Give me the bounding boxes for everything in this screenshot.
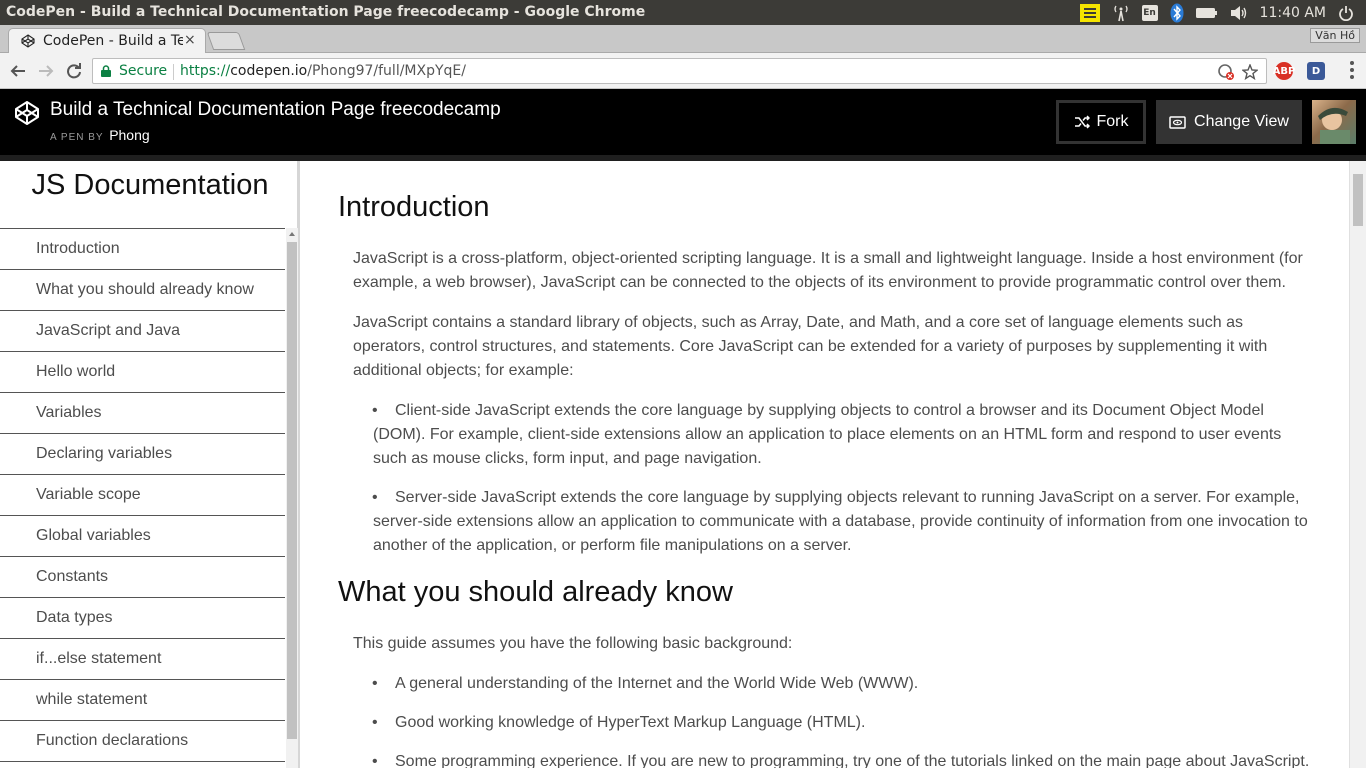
nav-link-javascript-and-java[interactable]: JavaScript and Java: [0, 311, 285, 352]
fork-icon: [1074, 115, 1090, 129]
profile-button[interactable]: Văn Hồ: [1310, 28, 1360, 43]
intro-paragraph-1: JavaScript is a cross-platform, object-o…: [353, 250, 1303, 291]
list-item: Some programming experience. If you are …: [372, 750, 1313, 768]
codepen-logo-icon[interactable]: [14, 100, 40, 126]
bluetooth-icon[interactable]: [1170, 0, 1184, 25]
nav-header: JS Documentation: [31, 169, 269, 201]
url-text[interactable]: https://codepen.io/Phong97/full/MXpYqE/: [180, 63, 466, 79]
network-icon[interactable]: [1112, 0, 1130, 25]
nav-scroll-thumb[interactable]: [287, 242, 297, 739]
new-tab-button[interactable]: [206, 32, 246, 50]
extension-d-icon[interactable]: D: [1307, 62, 1325, 80]
reload-icon[interactable]: [64, 61, 84, 81]
nav-link-introduction[interactable]: Introduction: [0, 229, 285, 270]
bookmark-star-icon[interactable]: [1241, 63, 1259, 81]
os-top-panel: CodePen - Build a Technical Documentatio…: [0, 0, 1366, 25]
blocked-cookies-icon[interactable]: [1217, 63, 1235, 81]
view-icon: [1169, 115, 1186, 129]
nav-link-data-types[interactable]: Data types: [0, 598, 285, 639]
know-paragraph-1: This guide assumes you have the followin…: [353, 635, 793, 652]
secure-label: Secure: [119, 63, 168, 79]
tab-codepen[interactable]: CodePen - Build a Te ×: [8, 28, 206, 53]
user-avatar[interactable]: [1312, 100, 1356, 144]
list-item: Good working knowledge of HyperText Mark…: [372, 711, 1313, 735]
section-title-what-you-should-already-know: What you should already know: [338, 576, 733, 608]
system-tray: En 11:40 AM: [1079, 0, 1366, 25]
power-icon[interactable]: [1338, 0, 1354, 25]
page-viewport: JS Documentation Introduction What you s…: [0, 155, 1366, 768]
fork-button[interactable]: Fork: [1056, 100, 1146, 144]
tab-close-icon[interactable]: ×: [184, 32, 196, 48]
nav-link-while-statement[interactable]: while statement: [0, 680, 285, 721]
nav-link-global-variables[interactable]: Global variables: [0, 516, 285, 557]
chrome-menu-icon[interactable]: [1350, 61, 1354, 79]
volume-icon[interactable]: [1230, 0, 1248, 25]
author-link[interactable]: Phong: [109, 127, 149, 143]
list-item-text: Client-side JavaScript extends the core …: [373, 402, 1282, 467]
lock-icon: [101, 65, 111, 77]
change-view-button[interactable]: Change View: [1156, 100, 1302, 144]
page-scrollbar[interactable]: [1349, 161, 1366, 768]
divider: [173, 64, 174, 80]
main-doc: Introduction JavaScript is a cross-platf…: [304, 161, 1349, 768]
notes-icon[interactable]: [1079, 0, 1100, 25]
window-title: CodePen - Build a Technical Documentatio…: [6, 4, 646, 20]
tab-strip: CodePen - Build a Te × Văn Hồ: [0, 25, 1366, 53]
nav-link-hello-world[interactable]: Hello world: [0, 352, 285, 393]
list-item-text: A general understanding of the Internet …: [395, 675, 919, 692]
browser-toolbar: Secure https://codepen.io/Phong97/full/M…: [0, 53, 1366, 89]
nav-scrollbar[interactable]: [286, 228, 298, 768]
scroll-up-icon[interactable]: [289, 232, 295, 236]
url-scheme: https://: [180, 63, 231, 79]
codepen-favicon-icon: [21, 34, 35, 48]
clock[interactable]: 11:40 AM: [1260, 0, 1326, 25]
nav-link-variable-scope[interactable]: Variable scope: [0, 475, 285, 516]
nav-link-if-else-statement[interactable]: if...else statement: [0, 639, 285, 680]
fork-label: Fork: [1096, 113, 1129, 130]
list-item-text: Good working knowledge of HyperText Mark…: [395, 714, 866, 731]
nav-link-constants[interactable]: Constants: [0, 557, 285, 598]
tab-label: CodePen - Build a Te: [43, 33, 183, 49]
battery-icon[interactable]: [1195, 0, 1218, 25]
section-title-introduction: Introduction: [338, 191, 490, 223]
list-item: A general understanding of the Internet …: [372, 672, 1313, 696]
intro-paragraph-2: JavaScript contains a standard library o…: [353, 314, 1268, 379]
back-arrow-icon[interactable]: [8, 61, 28, 81]
nav-link-what-you-should-already-know[interactable]: What you should already know: [0, 270, 285, 311]
list-item-text: Some programming experience. If you are …: [395, 753, 1310, 768]
url-host: codepen.io: [230, 63, 308, 79]
nav-link-variables[interactable]: Variables: [0, 393, 285, 434]
keyboard-layout-icon[interactable]: En: [1141, 0, 1158, 25]
nav-link-declaring-variables[interactable]: Declaring variables: [0, 434, 285, 475]
list-item: Server-side JavaScript extends the core …: [372, 486, 1313, 558]
list-item: Client-side JavaScript extends the core …: [372, 399, 1313, 471]
adblock-plus-icon[interactable]: ABP: [1273, 62, 1295, 80]
change-view-label: Change View: [1194, 113, 1289, 130]
codepen-header: Build a Technical Documentation Page fre…: [0, 89, 1366, 155]
address-bar[interactable]: Secure https://codepen.io/Phong97/full/M…: [92, 58, 1267, 84]
forward-arrow-icon[interactable]: [36, 61, 56, 81]
pen-byline: A PEN BY Phong: [50, 127, 150, 143]
nav-list: Introduction What you should already kno…: [0, 228, 285, 762]
pen-title: Build a Technical Documentation Page fre…: [50, 99, 501, 120]
navbar: JS Documentation Introduction What you s…: [0, 161, 300, 768]
page-scroll-thumb[interactable]: [1353, 174, 1363, 226]
nav-link-function-declarations[interactable]: Function declarations: [0, 721, 285, 762]
url-path: /Phong97/full/MXpYqE/: [307, 63, 466, 79]
list-item-text: Server-side JavaScript extends the core …: [373, 489, 1308, 554]
byline-prefix: A PEN BY: [50, 132, 104, 143]
